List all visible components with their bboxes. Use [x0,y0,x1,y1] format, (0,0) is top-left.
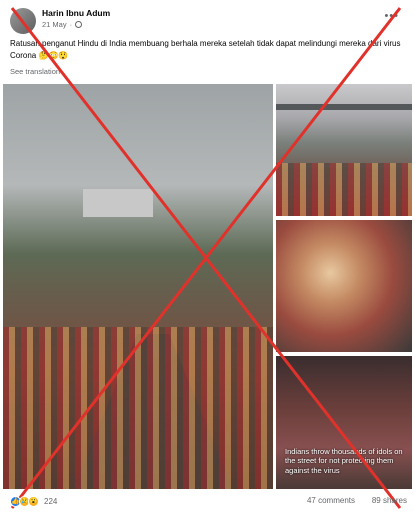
idols-debris [3,327,273,489]
bridge-shape [276,104,412,110]
comments-link[interactable]: 47 comments [307,496,355,505]
caption-emoji: 🤔😳😲 [38,51,69,60]
see-translation-link[interactable]: See translation [10,67,60,76]
main-photo[interactable] [3,84,273,489]
author-name[interactable]: Harin Ibnu Adum [42,8,110,18]
reactions[interactable]: 👍 😢 😮 224 [10,496,57,507]
post-caption: Ratusan penganut Hindu di India membuang… [10,38,405,62]
idols-debris [276,163,412,216]
building-shape [83,189,153,217]
photo-gallery: Indians throw thousands of idols on the … [0,84,415,489]
facebook-post: Harin Ibnu Adum 21 May · ••• Ratusan pen… [0,0,415,519]
more-dots-icon[interactable]: ••• [384,10,399,22]
photo-idol-water[interactable] [276,220,412,352]
post-footer: 👍 😢 😮 224 47 comments 89 shares [0,496,415,514]
photo-riverbank[interactable] [276,84,412,216]
author-avatar[interactable] [10,8,36,34]
caption-text: Ratusan penganut Hindu di India membuang… [10,39,401,60]
image-overlay-text: Indians throw thousands of idols on the … [285,446,403,475]
shares-link[interactable]: 89 shares [372,496,407,505]
reaction-count: 224 [44,497,58,506]
post-date[interactable]: 21 May [42,20,67,29]
photo-idols-street[interactable]: Indians throw thousands of idols on the … [276,356,412,489]
wow-reaction-icon: 😮 [28,496,39,507]
globe-icon [75,21,83,28]
post-meta: 21 May · [42,20,83,29]
